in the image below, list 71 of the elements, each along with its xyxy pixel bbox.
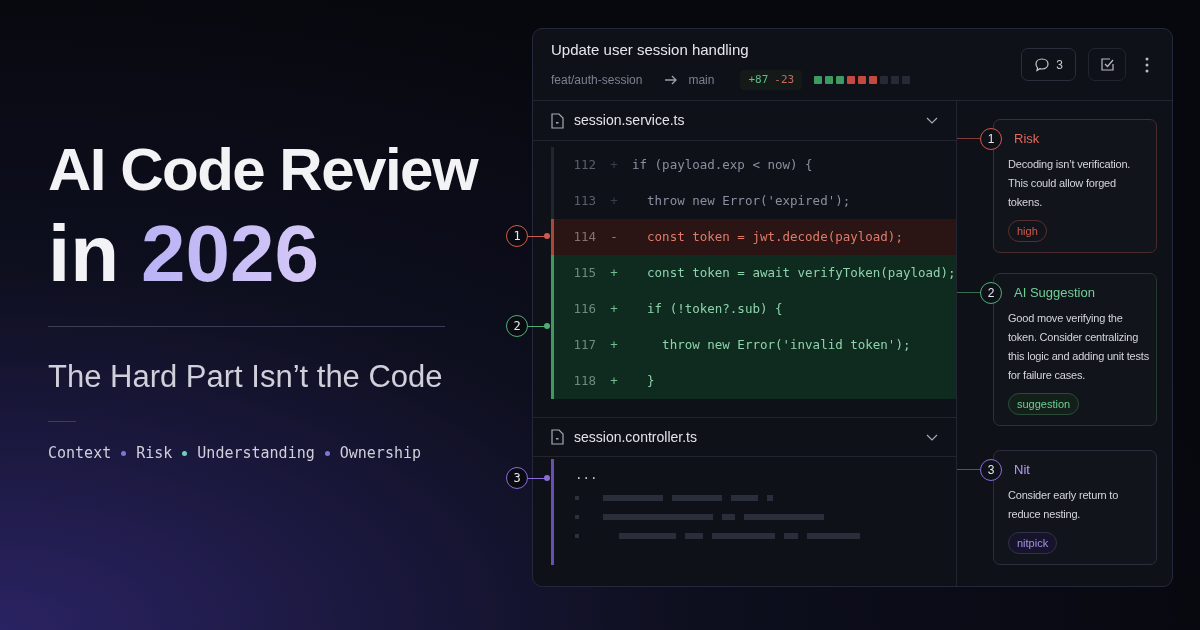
file-icon	[551, 112, 564, 129]
chevron-down-icon	[926, 117, 938, 124]
comment-number: 1	[980, 128, 1002, 150]
file-header[interactable]: session.service.ts	[533, 101, 956, 141]
code-line: if (!token?.sub) {	[646, 299, 783, 318]
comment-icon	[1034, 56, 1051, 73]
file-name: session.controller.ts	[574, 427, 698, 447]
diff-sign: +	[609, 371, 619, 390]
comment-body: Decoding isn’t verification. This could allow forged tokens.	[1008, 156, 1132, 210]
comment-number: 2	[980, 282, 1002, 304]
subtitle: The Hard Part Isn’t the Code	[48, 358, 444, 396]
bullet-icon	[575, 534, 579, 538]
code-line: throw new Error('expired');	[646, 191, 851, 210]
code-line: const token = await verifyToken(payload);	[646, 263, 956, 282]
leader-line	[528, 236, 546, 237]
tag-label: Understanding	[197, 443, 315, 464]
comments-button[interactable]: 3	[1021, 48, 1076, 81]
line-number: 113	[572, 191, 596, 210]
diff-sign: +	[609, 263, 619, 282]
headline: AI Code Review	[48, 138, 479, 202]
tag-label: Risk	[136, 443, 173, 464]
diff-sign: -	[609, 227, 619, 246]
code-line: if (payload.exp < now) {	[632, 155, 813, 174]
more-icon	[1145, 56, 1149, 73]
deletions-count: -23	[774, 71, 795, 88]
arrow-icon	[664, 74, 679, 85]
comment-tag: suggestion	[1008, 392, 1080, 415]
review-title: Update user session handling	[551, 40, 750, 60]
diff-sign: +	[609, 299, 619, 318]
code-line: const token = jwt.decode(payload);	[646, 227, 903, 246]
line-number: 114	[572, 227, 596, 246]
tag-label: Context	[48, 443, 112, 464]
headline: in	[48, 208, 120, 300]
marker-badge: 2	[506, 315, 528, 337]
comment-body: Good move verifying the token. Consider centralizing this logic and adding unit tests for failure cases.	[1008, 310, 1150, 383]
diff-sign: +	[609, 335, 619, 354]
chevron-down-icon	[926, 433, 938, 441]
target-branch: main	[688, 71, 715, 89]
source-branch: feat/auth-session	[551, 71, 643, 89]
code-line: throw new Error('invalid token');	[661, 335, 911, 354]
bullet-icon	[575, 496, 579, 500]
file-name: session.service.ts	[574, 111, 686, 130]
code-line: }	[646, 371, 655, 390]
additions-count: +87	[748, 71, 769, 88]
leader-line	[957, 292, 980, 293]
marker-badge: 1	[506, 225, 528, 247]
comment-title: Nit	[1014, 461, 1031, 479]
line-number: 117	[572, 335, 596, 354]
line-number: 115	[572, 263, 596, 282]
line-number: 112	[572, 155, 596, 174]
comment-title: Risk	[1014, 130, 1041, 148]
leader-line	[957, 138, 980, 139]
diff-sign: +	[609, 191, 619, 210]
comment-number: 3	[980, 459, 1002, 481]
comment-tag: nitpick	[1008, 531, 1058, 554]
file-icon	[551, 429, 564, 445]
checkbox-icon	[1099, 57, 1115, 72]
diff-sign: +	[609, 155, 619, 174]
line-number: 118	[572, 371, 596, 390]
comment-body: Consider early return to reduce nesting.	[1008, 487, 1120, 522]
tag-label: Ownership	[339, 443, 422, 464]
ellipsis: ...	[575, 467, 599, 483]
review-button[interactable]	[1088, 48, 1126, 81]
file-header[interactable]: session.controller.ts	[533, 417, 956, 457]
leader-line	[528, 326, 546, 327]
bullet-icon	[575, 515, 579, 519]
leader-line	[957, 469, 980, 470]
leader-line	[528, 478, 546, 479]
line-number: 116	[572, 299, 596, 318]
comment-title: AI Suggestion	[1014, 284, 1096, 302]
marker-badge: 3	[506, 467, 528, 489]
